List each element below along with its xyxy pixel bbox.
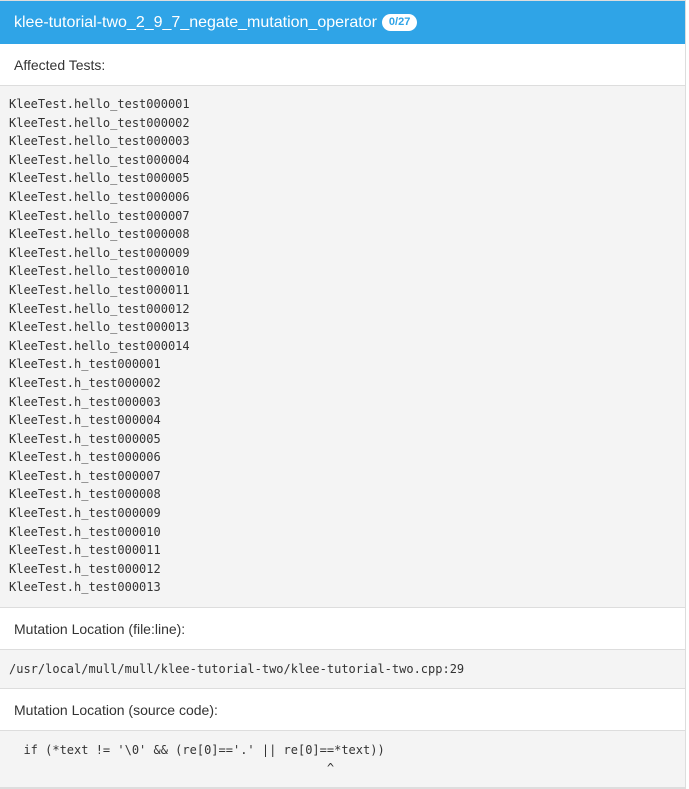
affected-test-item: KleeTest.h_test000002	[9, 375, 161, 390]
file-location-label: Mutation Location (file:line):	[0, 608, 685, 651]
affected-test-item: KleeTest.h_test000004	[9, 413, 161, 428]
file-location-value: /usr/local/mull/mull/klee-tutorial-two/k…	[0, 650, 685, 690]
affected-test-item: KleeTest.hello_test000009	[9, 245, 190, 260]
affected-test-item: KleeTest.h_test000006	[9, 450, 161, 465]
mutation-caret: ^	[9, 761, 335, 776]
source-code-line: if (*text != '\0' && (re[0]=='.' || re[0…	[9, 743, 385, 758]
affected-test-item: KleeTest.hello_test000006	[9, 189, 190, 204]
affected-test-item: KleeTest.hello_test000012	[9, 301, 190, 316]
source-code-snippet: if (*text != '\0' && (re[0]=='.' || re[0…	[0, 731, 685, 789]
affected-test-item: KleeTest.h_test000003	[9, 394, 161, 409]
affected-test-item: KleeTest.hello_test000003	[9, 134, 190, 149]
affected-test-item: KleeTest.hello_test000011	[9, 282, 190, 297]
affected-test-item: KleeTest.hello_test000004	[9, 152, 190, 167]
affected-tests-label: Affected Tests:	[0, 44, 685, 86]
affected-test-item: KleeTest.hello_test000001	[9, 97, 190, 111]
affected-test-item: KleeTest.h_test000001	[9, 357, 161, 372]
affected-test-item: KleeTest.hello_test000007	[9, 208, 190, 223]
mutation-panel: klee-tutorial-two_2_9_7_negate_mutation_…	[0, 0, 686, 789]
affected-test-item: KleeTest.hello_test000008	[9, 227, 190, 242]
affected-test-item: KleeTest.h_test000008	[9, 487, 161, 502]
affected-test-item: KleeTest.hello_test000002	[9, 115, 190, 130]
affected-test-item: KleeTest.h_test000012	[9, 561, 161, 576]
affected-test-item: KleeTest.hello_test000005	[9, 171, 190, 186]
source-location-label: Mutation Location (source code):	[0, 689, 685, 732]
affected-test-item: KleeTest.h_test000005	[9, 431, 161, 446]
affected-test-item: KleeTest.h_test000007	[9, 468, 161, 483]
affected-test-item: KleeTest.hello_test000014	[9, 338, 190, 353]
mutation-title: klee-tutorial-two_2_9_7_negate_mutation_…	[14, 13, 377, 31]
affected-test-item: KleeTest.h_test000013	[9, 580, 161, 595]
affected-test-item: KleeTest.hello_test000010	[9, 264, 190, 279]
affected-tests-list: KleeTest.hello_test000001 KleeTest.hello_…	[0, 86, 685, 609]
panel-header: klee-tutorial-two_2_9_7_negate_mutation_…	[0, 1, 685, 44]
affected-test-item: KleeTest.hello_test000013	[9, 320, 190, 335]
killed-count-badge: 0/27	[381, 14, 418, 31]
affected-test-item: KleeTest.h_test000010	[9, 524, 161, 539]
affected-test-item: KleeTest.h_test000009	[9, 506, 161, 521]
affected-test-item: KleeTest.h_test000011	[9, 543, 161, 558]
